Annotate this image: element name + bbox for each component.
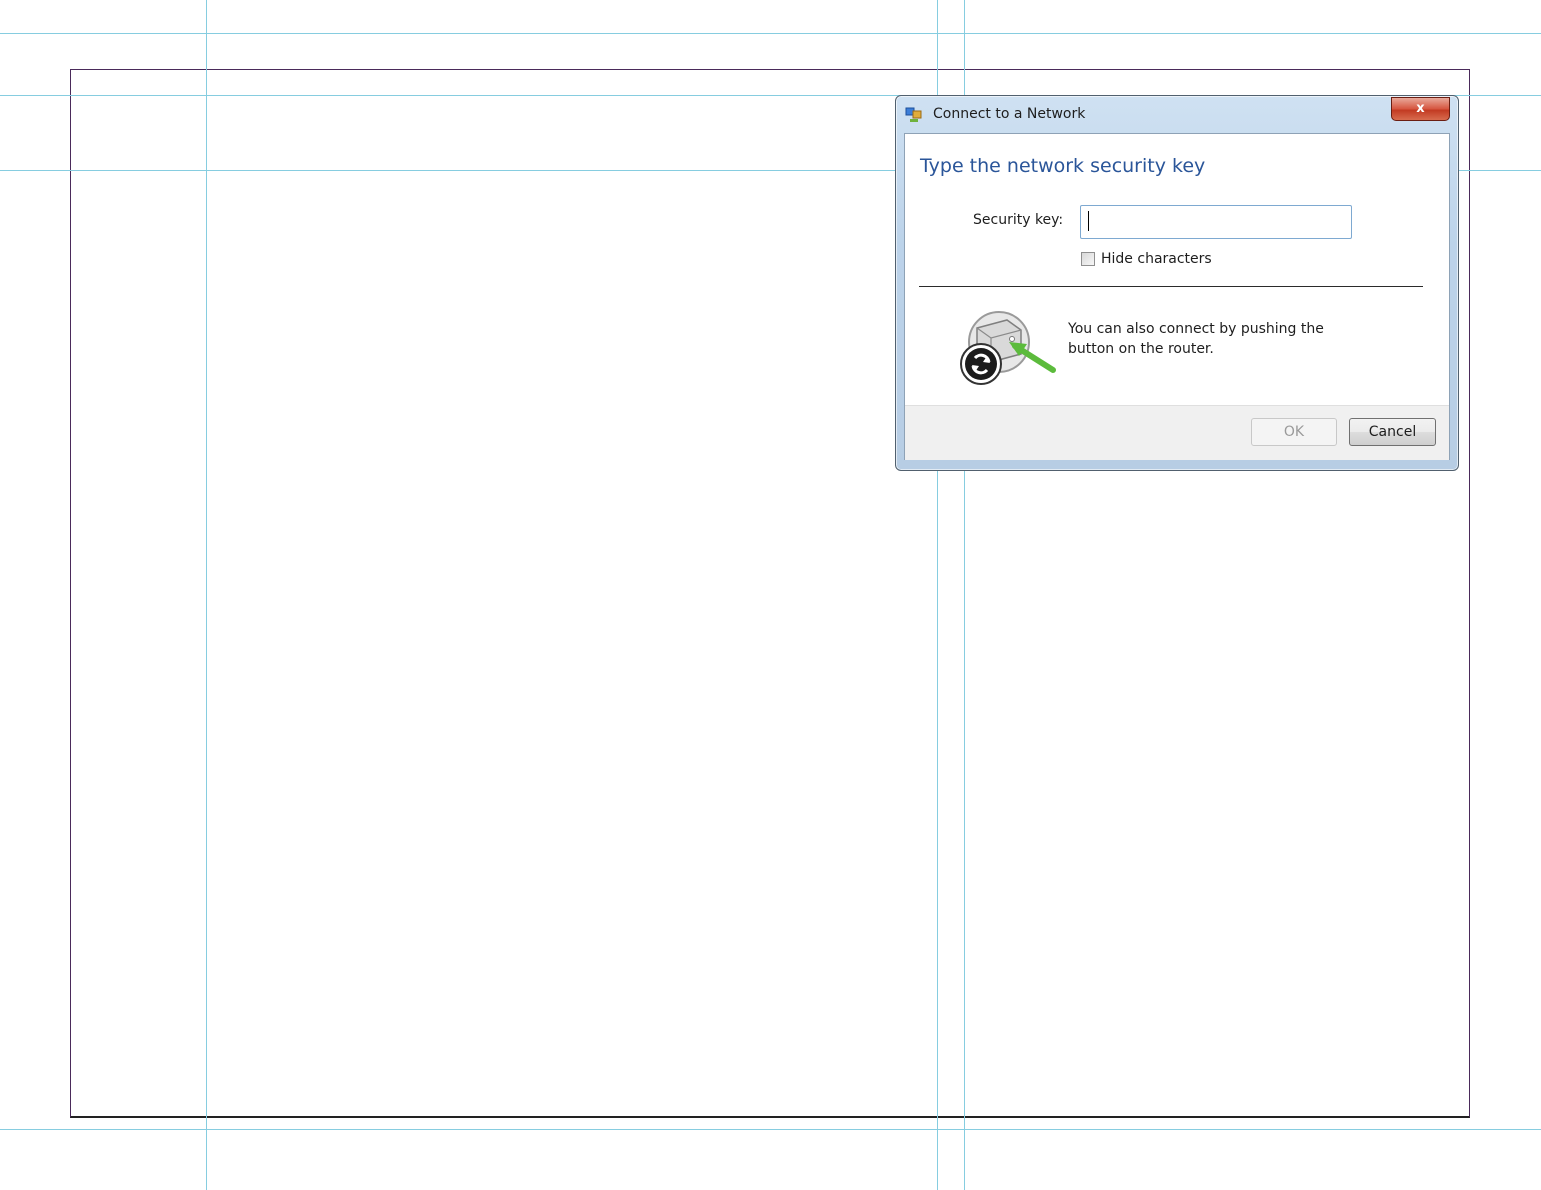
close-icon: x: [1416, 101, 1425, 116]
connect-network-dialog: Connect to a Network x Type the network …: [895, 95, 1459, 471]
text-caret: [1088, 211, 1089, 231]
dialog-content: Type the network security key Security k…: [904, 133, 1450, 460]
main-instruction: Type the network security key: [920, 155, 1206, 177]
guide-line-horizontal: [0, 33, 1541, 34]
wps-instruction-text: You can also connect by pushing the butt…: [1068, 321, 1324, 357]
separator-line: [919, 286, 1423, 287]
ok-button[interactable]: OK: [1251, 418, 1337, 446]
network-connect-icon: [905, 106, 923, 124]
dialog-title: Connect to a Network: [933, 106, 1086, 122]
dialog-footer: OK Cancel: [905, 405, 1449, 460]
guide-line-vertical: [206, 0, 207, 1190]
hide-characters-label[interactable]: Hide characters: [1101, 251, 1212, 267]
guide-line-horizontal: [0, 1129, 1541, 1130]
dialog-titlebar[interactable]: Connect to a Network x: [896, 96, 1458, 132]
close-button[interactable]: x: [1391, 97, 1450, 121]
hide-characters-checkbox[interactable]: [1081, 252, 1095, 266]
security-key-input[interactable]: [1080, 205, 1352, 239]
cancel-button[interactable]: Cancel: [1349, 418, 1436, 446]
security-key-label: Security key:: [973, 212, 1064, 228]
router-wps-button-icon: [949, 306, 1067, 388]
